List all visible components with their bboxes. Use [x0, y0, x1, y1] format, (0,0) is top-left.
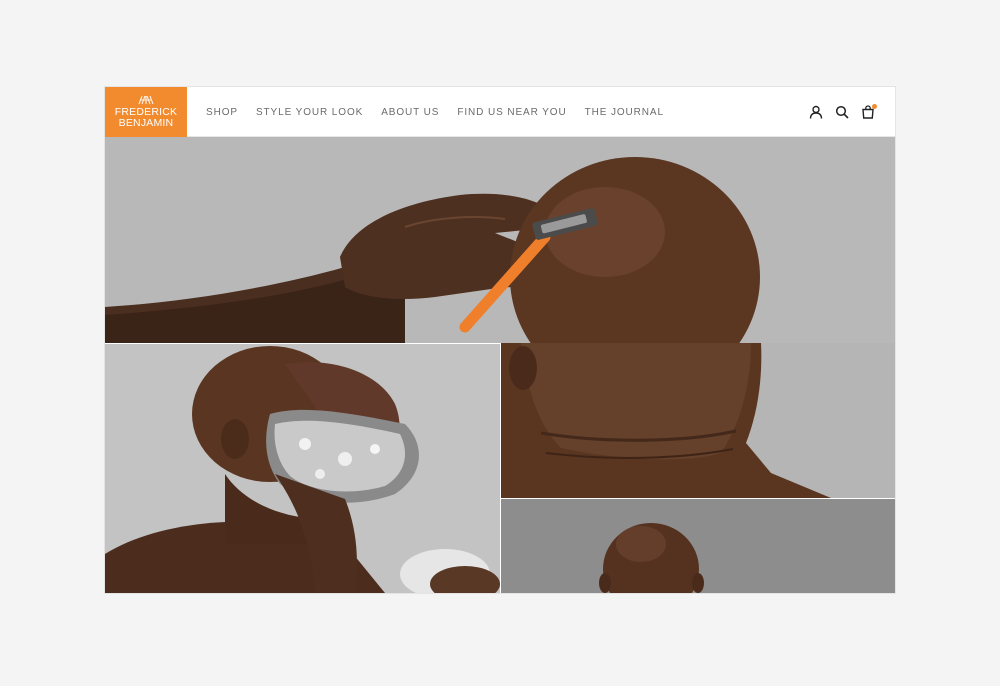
main-nav: SHOP STYLE YOUR LOOK ABOUT US FIND US NE…	[206, 87, 664, 137]
brand-logo[interactable]: FREDERICK BENJAMIN	[105, 87, 187, 137]
cart-badge	[872, 104, 877, 109]
hero-gallery	[105, 137, 895, 593]
account-icon[interactable]	[809, 105, 823, 119]
nav-item-style-your-look[interactable]: STYLE YOUR LOOK	[256, 107, 363, 118]
shaving-head-photo	[105, 137, 895, 343]
search-icon[interactable]	[835, 105, 849, 119]
neck-back-photo	[501, 343, 895, 498]
nav-item-the-journal[interactable]: THE JOURNAL	[585, 107, 664, 118]
bald-head-portrait-photo	[501, 499, 895, 593]
cart-icon[interactable]	[861, 104, 877, 119]
nav-item-shop[interactable]: SHOP	[206, 107, 238, 118]
lathered-beard-photo	[105, 344, 500, 593]
nav-item-about-us[interactable]: ABOUT US	[381, 107, 439, 118]
nav-item-find-us-near-you[interactable]: FIND US NEAR YOU	[457, 107, 566, 118]
header-icons	[809, 87, 877, 137]
brand-line-2: BENJAMIN	[118, 117, 174, 129]
logo-mark-icon	[138, 95, 154, 105]
browser-frame: FREDERICK BENJAMIN SHOP STYLE YOUR LOOK …	[105, 87, 895, 593]
site-header: FREDERICK BENJAMIN SHOP STYLE YOUR LOOK …	[105, 87, 895, 137]
